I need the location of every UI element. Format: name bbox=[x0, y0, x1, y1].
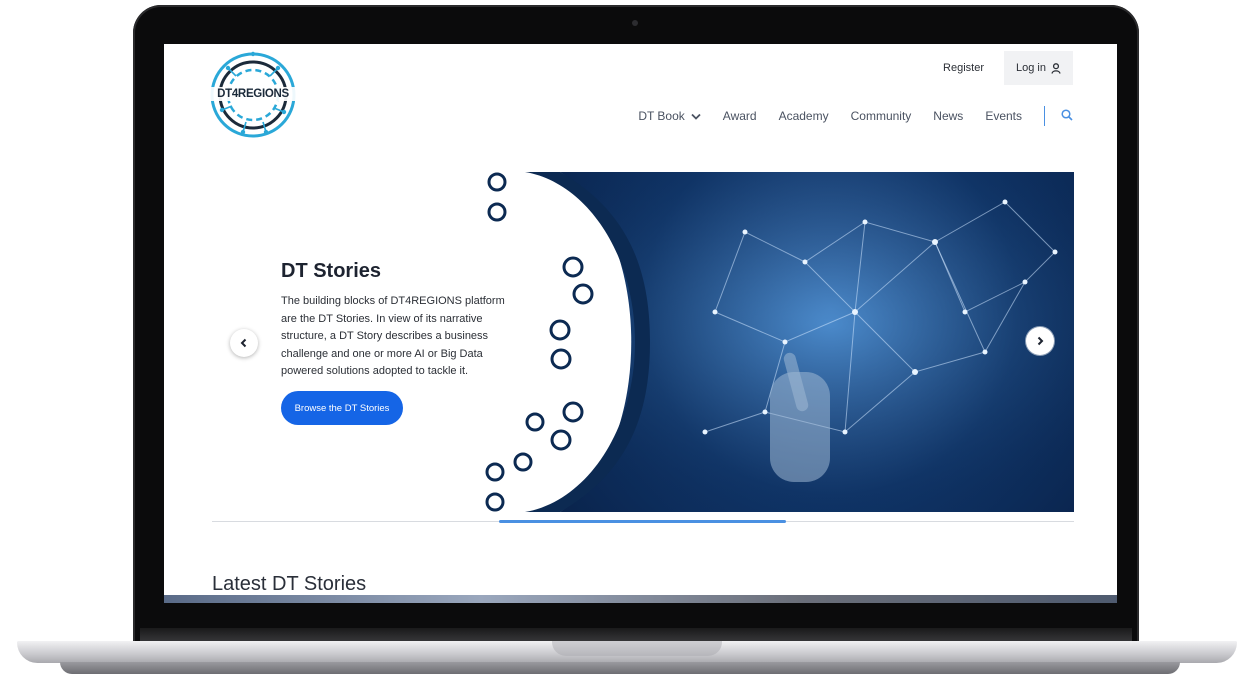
laptop-notch bbox=[552, 641, 722, 656]
carousel-next-button[interactable] bbox=[1026, 327, 1054, 355]
chevron-down-icon bbox=[691, 113, 701, 120]
hero-title: DT Stories bbox=[281, 260, 382, 282]
browser-screen: DT4REGIONS Register Log in DT Book Award… bbox=[164, 44, 1117, 595]
search-button[interactable] bbox=[1061, 108, 1073, 124]
laptop-base-bottom bbox=[60, 662, 1180, 674]
nav-item-academy[interactable]: Academy bbox=[779, 109, 829, 123]
latest-stories-heading: Latest DT Stories bbox=[212, 572, 367, 595]
carousel-progress-fill bbox=[499, 520, 786, 523]
account-links: Register Log in bbox=[923, 51, 1073, 85]
hero-network-illustration bbox=[465, 172, 1074, 512]
nav-item-award[interactable]: Award bbox=[723, 109, 757, 123]
nav-item-events[interactable]: Events bbox=[985, 109, 1022, 123]
main-nav: DT Book Award Academy Community News Eve… bbox=[638, 106, 1073, 126]
hero-description: The building blocks of DT4REGIONS platfo… bbox=[281, 295, 505, 377]
nav-item-community[interactable]: Community bbox=[851, 109, 912, 123]
chevron-right-icon bbox=[1037, 336, 1044, 346]
user-icon bbox=[1051, 62, 1061, 74]
login-label: Log in bbox=[1016, 62, 1046, 74]
screen-bottom-strip bbox=[164, 595, 1117, 603]
login-button[interactable]: Log in bbox=[1004, 51, 1073, 85]
nav-item-dt-book[interactable]: DT Book bbox=[638, 109, 701, 123]
search-icon bbox=[1061, 108, 1073, 121]
hero-copy: DT Stories The building blocks of DT4REG… bbox=[281, 260, 516, 381]
hero-image bbox=[465, 172, 1074, 512]
browse-stories-button[interactable]: Browse the DT Stories bbox=[281, 391, 403, 425]
chevron-left-icon bbox=[240, 338, 247, 348]
carousel-prev-button[interactable] bbox=[230, 329, 258, 357]
nav-item-label: DT Book bbox=[638, 109, 685, 123]
site-logo[interactable]: DT4REGIONS bbox=[208, 50, 298, 140]
camera bbox=[632, 20, 638, 26]
nav-item-news[interactable]: News bbox=[933, 109, 963, 123]
logo-text: DT4REGIONS bbox=[208, 87, 298, 101]
nav-divider bbox=[1044, 106, 1045, 126]
register-link[interactable]: Register bbox=[923, 62, 1004, 74]
